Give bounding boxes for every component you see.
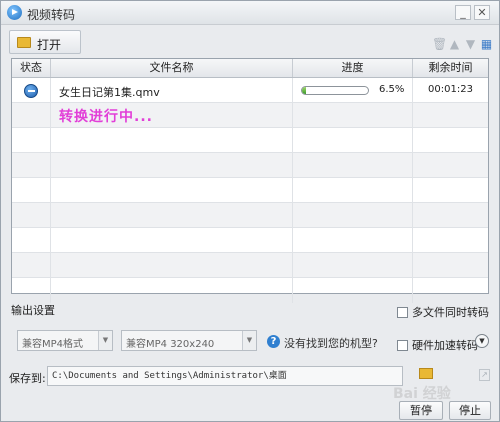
hw-accel-option[interactable]: 硬件加速转码	[397, 337, 478, 353]
window-title: 视频转码	[27, 8, 76, 22]
column-time-left[interactable]: 剩余时间	[413, 59, 488, 77]
multi-file-label: 多文件同时转码	[412, 306, 489, 319]
toolbar: 打开 🗑 ▲ ▼ ▦	[1, 26, 499, 58]
trash-icon[interactable]: 🗑	[432, 38, 447, 51]
help-icon[interactable]: ?	[267, 335, 280, 348]
watermark: Bai 经验	[393, 386, 451, 402]
save-to-label: 保存到:	[9, 372, 46, 385]
move-up-icon[interactable]: ▲	[448, 38, 461, 51]
multi-file-option[interactable]: 多文件同时转码	[397, 304, 489, 320]
table-row	[12, 228, 488, 253]
table-row[interactable]: 女生日记第1集.qmv 6.5% 00:01:23	[12, 78, 488, 103]
title-bar: 视频转码 _ ✕	[1, 1, 499, 25]
table-row: 转换进行中...	[12, 103, 488, 128]
open-label: 打开	[37, 38, 62, 52]
move-down-icon[interactable]: ▼	[464, 38, 477, 51]
column-filename[interactable]: 文件名称	[51, 59, 293, 77]
browse-folder-icon[interactable]	[419, 368, 433, 379]
table-row	[12, 278, 488, 303]
table-row	[12, 253, 488, 278]
toolbar-icon-group: 🗑 ▲ ▼ ▦	[432, 38, 493, 51]
hw-accel-checkbox[interactable]	[397, 339, 408, 351]
format-value: 兼容MP4格式	[22, 339, 84, 350]
table-row	[12, 153, 488, 178]
progress-fill	[302, 87, 307, 94]
column-progress[interactable]: 进度	[293, 59, 413, 77]
close-button[interactable]: ✕	[474, 5, 490, 20]
file-name: 女生日记第1集.qmv	[59, 86, 160, 99]
table-header: 状态 文件名称 进度 剩余时间	[12, 59, 488, 78]
table-row	[12, 178, 488, 203]
save-path-field[interactable]: C:\Documents and Settings\Administrator\…	[47, 366, 403, 386]
format-select[interactable]: 兼容MP4格式 ▼	[17, 330, 113, 351]
stop-button[interactable]: 停止	[449, 401, 491, 420]
minimize-button[interactable]: _	[455, 5, 471, 20]
pause-button[interactable]: 暂停	[399, 401, 443, 420]
converting-arrow-icon	[24, 84, 38, 98]
chevron-down-icon: ▼	[98, 331, 112, 350]
open-button[interactable]: 打开	[9, 30, 81, 54]
resolution-value: 兼容MP4 320x240	[126, 339, 215, 350]
hw-accel-label: 硬件加速转码	[412, 339, 478, 352]
expand-options-icon[interactable]: ▼	[475, 334, 489, 348]
status-message: 转换进行中...	[59, 109, 153, 125]
transcode-window: 视频转码 _ ✕ 打开 🗑 ▲ ▼ ▦ 状态 文件名称 进度 剩余时间 女生日记…	[0, 0, 500, 422]
table-row	[12, 128, 488, 153]
resolution-select[interactable]: 兼容MP4 320x240 ▼	[121, 330, 257, 351]
column-status[interactable]: 状态	[12, 59, 51, 77]
device-help-link[interactable]: 没有找到您的机型?	[284, 335, 378, 351]
table-row	[12, 203, 488, 228]
grid-view-icon[interactable]: ▦	[480, 38, 493, 51]
multi-file-checkbox[interactable]	[397, 306, 408, 318]
chevron-down-icon: ▼	[242, 331, 256, 350]
output-settings-label: 输出设置	[11, 304, 55, 317]
time-left: 00:01:23	[428, 84, 473, 95]
export-icon[interactable]: ↗	[479, 369, 490, 381]
progress-bar	[301, 86, 369, 95]
app-play-icon	[7, 5, 22, 20]
progress-text: 6.5%	[379, 84, 405, 95]
file-table: 状态 文件名称 进度 剩余时间 女生日记第1集.qmv 6.5% 00:01:2…	[11, 58, 489, 303]
folder-icon	[17, 37, 31, 48]
